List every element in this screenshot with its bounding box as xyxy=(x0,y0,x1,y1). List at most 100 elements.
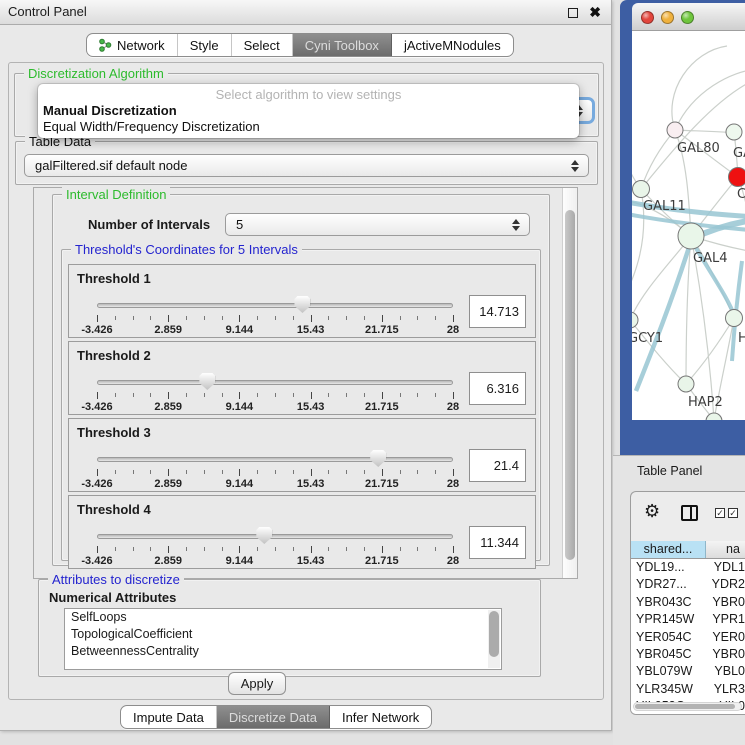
slider-thumb[interactable] xyxy=(370,450,386,467)
table-row[interactable]: YPR145WYPR1 xyxy=(631,611,745,628)
table-row[interactable]: YBR045CYBR0 xyxy=(631,646,745,663)
slider-track[interactable] xyxy=(97,534,453,539)
scrollbar-thumb[interactable] xyxy=(565,210,575,560)
tab-jactivemnodules[interactable]: jActiveMNodules xyxy=(392,34,513,56)
attributes-group-label: Attributes to discretize xyxy=(48,572,184,587)
table-row[interactable]: YDR27...YDR2 xyxy=(631,576,745,593)
network-node[interactable] xyxy=(633,181,650,198)
name-cell[interactable]: YBL0 xyxy=(700,663,745,680)
network-edge-highlighted[interactable] xyxy=(636,241,691,391)
checkbox-icon[interactable]: ✓ xyxy=(728,508,738,518)
shared-name-cell[interactable]: YBL079W xyxy=(631,663,700,680)
network-node[interactable] xyxy=(678,376,694,392)
threshold-label: Threshold 3 xyxy=(77,425,151,440)
threshold-value-field[interactable]: 11.344 xyxy=(469,526,526,559)
column-header-shared-name[interactable]: shared... xyxy=(631,541,706,558)
threshold-slider[interactable]: -3.4262.8599.14415.4321.71528 xyxy=(97,372,453,412)
list-scrollbar[interactable] xyxy=(488,610,500,668)
close-icon[interactable]: ✖ xyxy=(589,4,601,21)
shared-name-cell[interactable]: YDR27... xyxy=(631,576,698,593)
threshold-value-field[interactable]: 14.713 xyxy=(469,295,526,328)
tab-network[interactable]: Network xyxy=(87,34,178,56)
network-edge[interactable] xyxy=(675,130,734,133)
slider-track[interactable] xyxy=(97,303,453,308)
network-node[interactable] xyxy=(632,312,638,328)
threshold-slider[interactable]: -3.4262.8599.14415.4321.71528 xyxy=(97,449,453,489)
slider-thumb[interactable] xyxy=(256,527,272,544)
float-window-icon[interactable] xyxy=(568,8,578,18)
scrollbar-thumb[interactable] xyxy=(635,704,735,709)
name-cell[interactable]: YDL1 xyxy=(700,559,745,576)
vertical-scrollbar[interactable] xyxy=(562,188,577,578)
threshold-slider[interactable]: -3.4262.8599.14415.4321.71528 xyxy=(97,526,453,566)
close-traffic-light-icon[interactable] xyxy=(641,11,654,24)
algorithm-option[interactable]: Equal Width/Frequency Discretization xyxy=(38,119,579,135)
shared-name-cell[interactable]: YBR045C xyxy=(631,646,698,663)
scale-tick-label: 21.715 xyxy=(365,401,399,413)
tab-infer-network[interactable]: Infer Network xyxy=(330,706,431,728)
table-row[interactable]: YLR345WYLR3 xyxy=(631,681,745,698)
gear-icon[interactable]: ⚙ xyxy=(644,502,660,520)
tick-mark xyxy=(417,470,418,474)
name-cell[interactable]: YDR2 xyxy=(698,576,745,593)
network-edge[interactable] xyxy=(672,46,727,130)
shared-name-cell[interactable]: YLR345W xyxy=(631,681,700,698)
cyni-bottom-tabs: Impute DataDiscretize DataInfer Network xyxy=(120,705,432,729)
threshold-slider[interactable]: -3.4262.8599.14415.4321.71528 xyxy=(97,295,453,335)
horizontal-scrollbar[interactable] xyxy=(633,702,742,711)
minimize-traffic-light-icon[interactable] xyxy=(661,11,674,24)
threshold-value-field[interactable]: 21.4 xyxy=(469,449,526,482)
table-data-combobox[interactable]: galFiltered.sif default node xyxy=(24,154,589,177)
network-graph[interactable]: GAL80GACGAL11GAL4GCY1HHAP2 xyxy=(632,31,745,420)
attribute-list-item[interactable]: SelfLoops xyxy=(65,609,501,626)
tab-impute-data[interactable]: Impute Data xyxy=(121,706,217,728)
network-canvas[interactable]: GAL80GACGAL11GAL4GCY1HHAP2 xyxy=(632,31,745,420)
slider-thumb[interactable] xyxy=(294,296,310,313)
numerical-attributes-list[interactable]: SelfLoopsTopologicalCoefficientBetweenne… xyxy=(64,608,502,670)
attribute-list-item[interactable]: TopologicalCoefficient xyxy=(65,626,501,643)
attribute-list-item[interactable]: BetweennessCentrality xyxy=(65,643,501,660)
shared-name-cell[interactable]: YBR043C xyxy=(631,594,698,611)
checkbox-icon[interactable]: ✓ xyxy=(715,508,725,518)
scale-tick-label: -3.426 xyxy=(81,401,112,413)
name-cell[interactable]: YBR0 xyxy=(698,646,745,663)
table-row[interactable]: YDL19...YDL1 xyxy=(631,559,745,576)
zoom-traffic-light-icon[interactable] xyxy=(681,11,694,24)
tab-style[interactable]: Style xyxy=(178,34,232,56)
apply-button[interactable]: Apply xyxy=(228,672,286,695)
slider-track[interactable] xyxy=(97,380,453,385)
threshold-value-field[interactable]: 6.316 xyxy=(469,372,526,405)
column-header-name[interactable]: na xyxy=(706,541,745,558)
tab-select[interactable]: Select xyxy=(232,34,293,56)
tab-discretize-data[interactable]: Discretize Data xyxy=(217,706,330,728)
scrollbar-thumb[interactable] xyxy=(489,611,499,657)
algorithm-placeholder-option[interactable]: Select algorithm to view settings xyxy=(38,84,579,103)
shared-name-cell[interactable]: YDL19... xyxy=(631,559,700,576)
algorithm-option[interactable]: Manual Discretization xyxy=(38,103,579,119)
tab-cyni-toolbox[interactable]: Cyni Toolbox xyxy=(293,34,392,56)
split-columns-icon[interactable] xyxy=(681,505,698,521)
tick-mark xyxy=(186,316,187,320)
table-row[interactable]: YER054CYER0 xyxy=(631,629,745,646)
name-cell[interactable]: YLR3 xyxy=(700,681,745,698)
slider-track[interactable] xyxy=(97,457,453,462)
name-cell[interactable]: YBR0 xyxy=(698,594,745,611)
slider-thumb[interactable] xyxy=(199,373,215,390)
network-edge[interactable] xyxy=(632,189,644,311)
name-cell[interactable]: YPR1 xyxy=(698,611,745,628)
table-row[interactable]: YBR043CYBR0 xyxy=(631,594,745,611)
table-row[interactable]: YBL079WYBL0 xyxy=(631,663,745,680)
network-node[interactable] xyxy=(678,223,704,249)
tab-label: Cyni Toolbox xyxy=(305,38,379,53)
network-node[interactable] xyxy=(726,310,743,327)
shared-name-cell[interactable]: YER054C xyxy=(631,629,698,646)
network-view-window: GAL80GACGAL11GAL4GCY1HHAP2 xyxy=(620,0,745,455)
network-node[interactable] xyxy=(726,124,742,140)
number-of-intervals-combobox[interactable]: 5 xyxy=(225,213,530,236)
name-cell[interactable]: YER0 xyxy=(698,629,745,646)
network-node[interactable] xyxy=(667,122,683,138)
shared-name-cell[interactable]: YPR145W xyxy=(631,611,698,628)
network-edge[interactable] xyxy=(641,130,675,189)
network-edge[interactable] xyxy=(675,69,745,130)
network-node[interactable] xyxy=(729,168,745,187)
